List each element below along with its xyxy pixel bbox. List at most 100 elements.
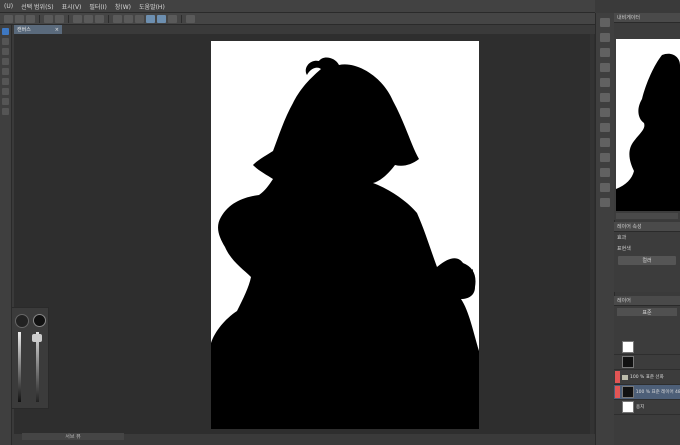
snap-ruler-icon[interactable]	[146, 14, 155, 23]
layer-header: 레이어	[614, 296, 680, 306]
undo-icon[interactable]	[44, 14, 53, 23]
divider	[39, 14, 40, 23]
eye-icon[interactable]	[615, 341, 620, 353]
layer-thumbnail	[622, 401, 634, 413]
sub-tool-icon[interactable]	[600, 33, 610, 42]
zoom-slider[interactable]	[616, 213, 678, 219]
layer-panel-title: 레이어	[617, 298, 631, 304]
layer-row[interactable]	[614, 340, 680, 355]
navigator-header: 내비게이터	[614, 13, 680, 23]
menu-item-selection[interactable]: 선택 범위(S)	[17, 2, 57, 11]
layer-name: 100 % 표준 선화	[630, 375, 664, 380]
navigator-icon[interactable]	[600, 18, 610, 27]
expression-color-label: 표현색	[617, 246, 631, 252]
close-icon[interactable]: ×	[55, 27, 59, 33]
layer-property-panel: 레이어 속성 효과 표현색 컬러	[614, 222, 680, 292]
divider	[108, 14, 109, 23]
navigator-title: 내비게이터	[617, 15, 641, 21]
loading-icon[interactable]	[73, 14, 82, 23]
panel-icon-column	[595, 13, 615, 445]
layer-row-selected[interactable]: 100 % 표준 레이어 48	[614, 385, 680, 400]
menu-item-help[interactable]: 도움말(H)	[135, 2, 169, 11]
history-icon[interactable]	[600, 108, 610, 117]
navigator-panel: 내비게이터	[614, 13, 680, 220]
brush-tool-icon[interactable]	[2, 28, 9, 35]
folder-icon	[622, 374, 628, 380]
menu-item-window[interactable]: 창(W)	[111, 2, 135, 11]
layer-row[interactable]: 100 % 표준 선화	[614, 370, 680, 385]
command-bar	[0, 13, 599, 25]
expression-color-button[interactable]: 컬러	[618, 256, 676, 265]
info-icon[interactable]	[600, 198, 610, 207]
vertical-scrollbar[interactable]	[590, 34, 594, 434]
item-bank-icon[interactable]	[600, 183, 610, 192]
color-set-icon[interactable]	[600, 93, 610, 102]
auto-action-icon[interactable]	[600, 168, 610, 177]
fill-icon[interactable]	[95, 14, 104, 23]
redo-icon[interactable]	[55, 14, 64, 23]
open-file-icon[interactable]	[15, 14, 24, 23]
eye-icon[interactable]	[615, 356, 620, 368]
move-tool-icon[interactable]	[2, 78, 9, 85]
menu-bar: (U) 선택 범위(S) 표시(V) 필터(I) 창(W) 도움말(H)	[0, 0, 595, 13]
layer-thumbnail	[621, 386, 634, 398]
navigator-preview[interactable]	[616, 39, 680, 211]
expression-color-button-label: 컬러	[642, 258, 652, 264]
fill-tool-icon[interactable]	[2, 58, 9, 65]
pen-tool-icon[interactable]	[2, 38, 9, 45]
menu-item-filter[interactable]: 필터(I)	[85, 2, 111, 11]
opacity-slider[interactable]	[36, 332, 39, 402]
layer-property-title: 레이어 속성	[617, 224, 642, 230]
sub-view-tab-label: 서브 뷰	[65, 434, 81, 440]
divider	[68, 14, 69, 23]
deselect-icon[interactable]	[124, 14, 133, 23]
main-color-swatch[interactable]	[15, 314, 29, 328]
layer-row[interactable]	[614, 355, 680, 370]
menu-item-edit[interactable]: (U)	[0, 3, 17, 10]
layer-row-paper[interactable]: 용지	[614, 400, 680, 415]
save-icon[interactable]	[26, 14, 35, 23]
layer-property-header: 레이어 속성	[614, 222, 680, 232]
menu-item-view[interactable]: 표시(V)	[58, 2, 86, 11]
drawing-canvas[interactable]	[211, 41, 479, 429]
character-silhouette	[211, 57, 479, 429]
sub-color-swatch[interactable]	[33, 314, 46, 327]
layer-name: 용지	[636, 405, 645, 410]
document-tab[interactable]: 캔버스 ×	[14, 25, 62, 34]
layer-toolbar	[614, 318, 680, 340]
effect-label: 효과	[617, 235, 627, 241]
select-tool-icon[interactable]	[2, 68, 9, 75]
layer-property-icon[interactable]	[600, 138, 610, 147]
layer-name: 100 % 표준 레이어 48	[635, 390, 680, 395]
new-file-icon[interactable]	[4, 14, 13, 23]
eraser-tool-icon[interactable]	[2, 48, 9, 55]
settings-icon[interactable]	[186, 14, 195, 23]
delete-icon[interactable]	[2, 108, 9, 115]
layer-thumbnail	[622, 356, 634, 368]
blend-mode-select[interactable]: 표준	[617, 308, 677, 316]
slider-handle[interactable]	[32, 334, 42, 342]
layer-thumbnail	[622, 341, 634, 353]
blend-mode-value: 표준	[642, 309, 652, 316]
eyedropper-tool-icon[interactable]	[2, 88, 9, 95]
sub-view-tab[interactable]: 서브 뷰	[22, 433, 124, 440]
brush-size-icon[interactable]	[600, 63, 610, 72]
eye-icon[interactable]	[615, 401, 620, 413]
material-icon[interactable]	[600, 123, 610, 132]
transform-icon[interactable]	[113, 14, 122, 23]
color-slider-panel	[11, 307, 49, 409]
snap-grid-icon[interactable]	[157, 14, 166, 23]
document-tab-label: 캔버스	[17, 27, 31, 33]
clear-icon[interactable]	[84, 14, 93, 23]
search-layer-icon[interactable]	[600, 153, 610, 162]
tool-property-icon[interactable]	[600, 48, 610, 57]
color-wheel-icon[interactable]	[600, 78, 610, 87]
brightness-slider[interactable]	[18, 332, 21, 402]
text-tool-icon[interactable]	[2, 98, 9, 105]
invert-selection-icon[interactable]	[135, 14, 144, 23]
divider	[181, 14, 182, 23]
preview-silhouette	[616, 53, 680, 211]
snap-perspective-icon[interactable]	[168, 14, 177, 23]
eye-icon[interactable]	[615, 371, 620, 383]
eye-icon[interactable]	[615, 386, 620, 398]
